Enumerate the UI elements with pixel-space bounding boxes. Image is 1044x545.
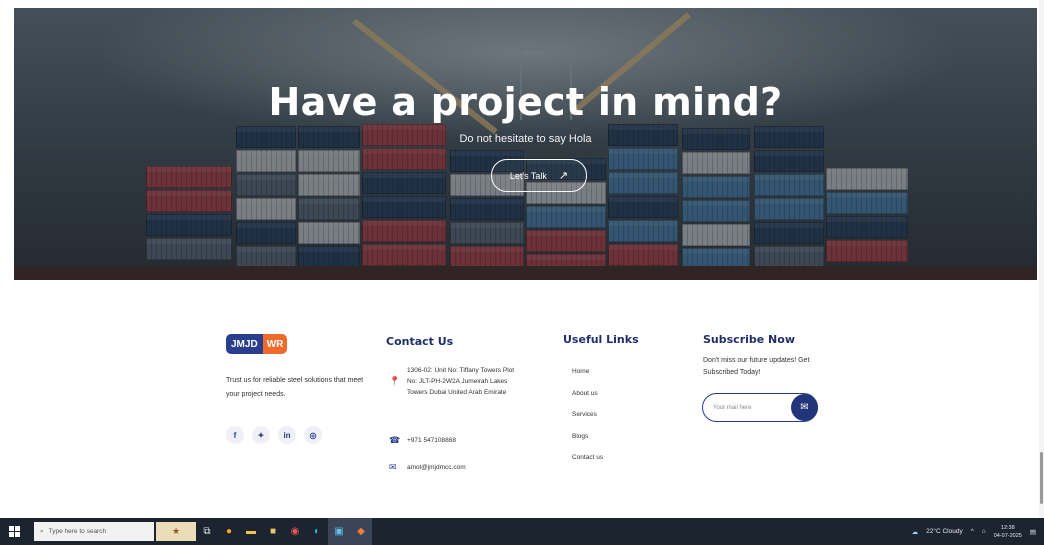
phone-icon: ☎	[389, 435, 401, 445]
search-highlight-icon[interactable]: ★	[156, 522, 196, 541]
about-text: Trust us for reliable steel solutions th…	[226, 377, 364, 398]
mail-send-icon: ✉	[800, 402, 809, 413]
clock-time: 12:38	[1000, 524, 1015, 531]
subscribe-heading: Subscribe Now	[703, 333, 795, 346]
app-icon[interactable]: ●	[218, 518, 240, 545]
hero-title: Have a project in mind?	[268, 80, 783, 124]
hero-subtitle: Do not hesitate to say Hola	[459, 133, 592, 145]
windows-taskbar: ⌕ Type here to search ★ ⧉ ● ▬ ■ ◉ ◐ ▣ ◆ …	[0, 518, 1044, 545]
app-icon[interactable]: ◆	[350, 518, 372, 545]
weather-text[interactable]: 22°C Cloudy	[926, 528, 963, 535]
page-scrollbar[interactable]	[1039, 0, 1044, 518]
useful-links-heading: Useful Links	[563, 333, 639, 346]
linkedin-icon[interactable]: in	[278, 426, 296, 444]
search-icon: ⌕	[40, 527, 44, 535]
useful-links-list: Home About us Services Blogs Contact us	[572, 361, 603, 469]
subscribe-button[interactable]: ✉	[791, 394, 818, 421]
scrollbar-thumb[interactable]	[1040, 452, 1043, 504]
chrome-icon[interactable]: ◉	[284, 518, 306, 545]
company-logo[interactable]: JMJD WR	[226, 334, 288, 354]
logo-part-1: JMJD	[226, 334, 263, 354]
subscribe-text: Don't miss our future updates! Get Subsc…	[703, 357, 810, 376]
logo-part-2: WR	[262, 334, 288, 354]
twitter-icon[interactable]: ✦	[252, 426, 270, 444]
windows-logo-icon	[8, 526, 20, 537]
arrow-up-right-icon: ↗	[558, 170, 569, 182]
contact-heading: Contact Us	[386, 335, 454, 348]
file-explorer-icon[interactable]: ▬	[240, 518, 262, 545]
facebook-icon[interactable]: f	[226, 426, 244, 444]
start-button[interactable]	[0, 526, 28, 537]
link-contact-us[interactable]: Contact us	[572, 447, 603, 469]
app-icon[interactable]: ▣	[328, 518, 350, 545]
search-placeholder: Type here to search	[48, 528, 107, 535]
envelope-icon: ✉	[389, 462, 397, 472]
email-text: amol@jmjdmcc.com	[407, 464, 466, 471]
clock[interactable]: 12:38 04-07-2025	[994, 524, 1022, 540]
chevron-up-icon[interactable]: ^	[971, 528, 974, 535]
clock-date: 04-07-2025	[993, 532, 1022, 539]
lets-talk-button[interactable]: Let's Talk ↗	[491, 159, 587, 192]
edge-icon[interactable]: ◐	[306, 518, 328, 545]
phone-text: +971 547108868	[407, 437, 456, 444]
taskbar-search[interactable]: ⌕ Type here to search	[34, 522, 154, 541]
system-tray: ☁ 22°C Cloudy ^ ⌂ 12:38 04-07-2025 ▤	[912, 518, 1036, 545]
lets-talk-label: Let's Talk	[509, 170, 547, 181]
cloud-icon: ☁	[911, 528, 919, 536]
notification-icon[interactable]: ▤	[1030, 528, 1036, 536]
link-home[interactable]: Home	[572, 361, 603, 383]
contact-phone[interactable]: ☎ +971 547108868	[389, 435, 456, 446]
address-text: 1306-02: Unit No: Tiffany Towers Plot No…	[407, 367, 515, 396]
link-blogs[interactable]: Blogs	[572, 426, 603, 448]
location-pin-icon: 📍	[389, 376, 401, 386]
link-services[interactable]: Services	[572, 404, 603, 426]
social-links: f ✦ in ◎	[226, 426, 322, 444]
contact-address: 📍 1306-02: Unit No: Tiffany Towers Plot …	[389, 365, 522, 398]
instagram-icon[interactable]: ◎	[304, 426, 322, 444]
app-icon[interactable]: ■	[262, 518, 284, 545]
task-view-icon[interactable]: ⧉	[196, 518, 218, 545]
network-icon[interactable]: ⌂	[982, 528, 986, 535]
hero-banner: Have a project in mind? Do not hesitate …	[14, 8, 1037, 280]
contact-email[interactable]: ✉ amol@jmjdmcc.com	[389, 462, 466, 473]
link-about-us[interactable]: About us	[572, 383, 603, 405]
